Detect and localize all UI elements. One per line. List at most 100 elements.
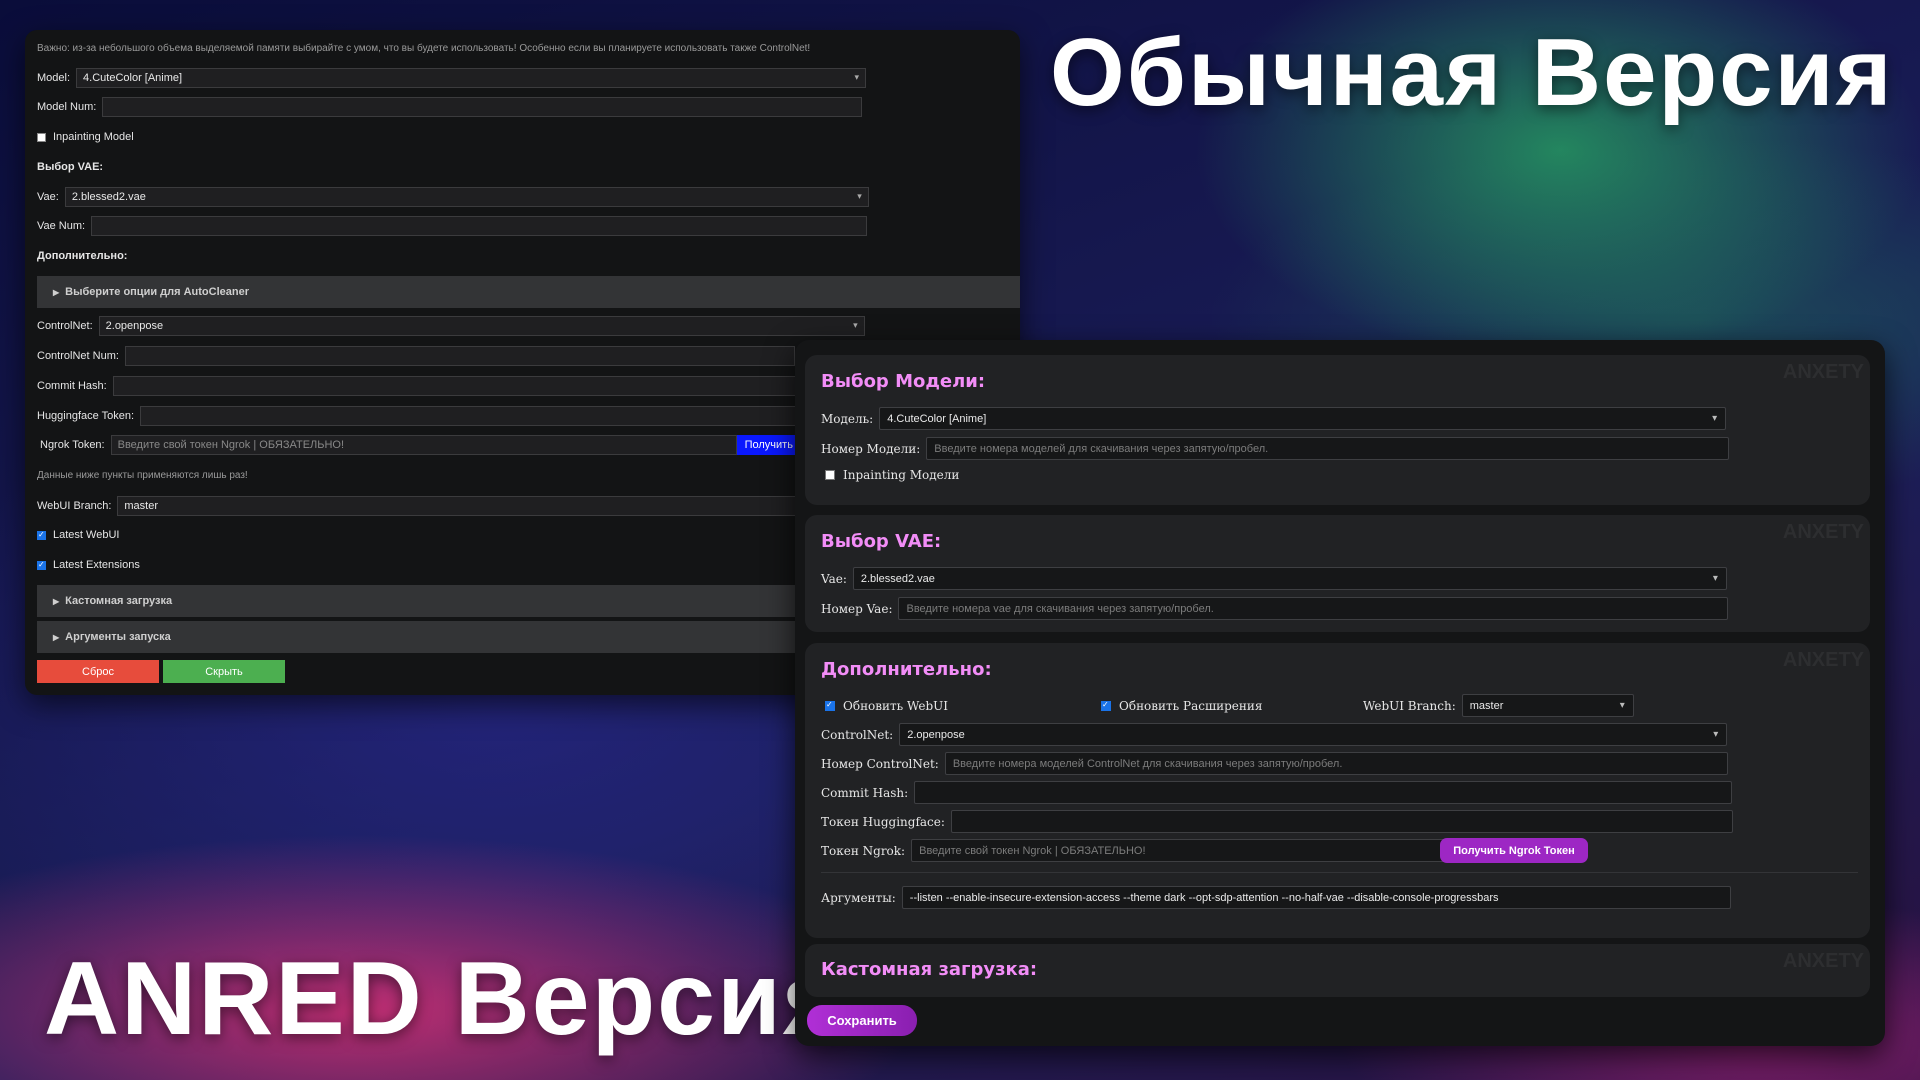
huggingface-input[interactable] (950, 810, 1733, 833)
chevron-down-icon: ▾ (854, 72, 860, 82)
custom-download-label: Кастомная загрузка (65, 595, 173, 607)
autocleaner-accordion[interactable]: ▶ Выберите опции для AutoCleaner (37, 276, 1020, 308)
extra-heading: Дополнительно: (37, 250, 128, 262)
vae-num-placeholder: Введите номера vae для скачивания через … (906, 602, 1214, 615)
chevron-down-icon: ▾ (1712, 413, 1718, 424)
inpainting-label: Inpainting Model (53, 131, 134, 143)
vae-heading: Выбор VAE: (37, 161, 104, 173)
vae-select[interactable]: 2.blessed2.vae ▾ (64, 187, 869, 207)
chevron-down-icon: ▾ (1713, 729, 1719, 740)
controlnet-select-value: 2.openpose (105, 320, 164, 332)
vae-select-value: 2.blessed2.vae (860, 572, 935, 585)
once-note: Данные ниже пункты применяются лишь раз! (37, 470, 248, 481)
controlnet-select[interactable]: 2.openpose ▾ (899, 723, 1728, 746)
controlnet-num-label: ControlNet Num: (37, 350, 119, 362)
inpainting-label: Inpainting Модели (843, 468, 960, 482)
model-label: Модель: (821, 411, 874, 426)
watermark: ANXETY (1782, 361, 1864, 383)
custom-download-card[interactable]: ANXETY Кастомная загрузка: (805, 944, 1870, 997)
latest-webui-label: Latest WebUI (53, 529, 120, 541)
get-ngrok-button[interactable]: Получить (736, 435, 801, 455)
launch-args-label: Аргументы: (821, 890, 896, 905)
branch-input[interactable]: master (117, 496, 818, 516)
title-anred-version: ANRED Версия (44, 941, 846, 1057)
ngrok-label: Токен Ngrok: (821, 843, 906, 858)
save-button[interactable]: Сохранить (807, 1005, 917, 1036)
huggingface-input[interactable] (140, 406, 801, 426)
model-num-label: Model Num: (37, 101, 97, 113)
title-standard-version: Обычная Версия (1050, 19, 1894, 126)
chevron-down-icon: ▾ (1619, 700, 1625, 711)
latest-extensions-label: Latest Extensions (53, 559, 140, 571)
latest-extensions-checkbox[interactable] (37, 560, 46, 570)
model-num-label: Номер Модели: (821, 441, 921, 456)
model-card: ANXETY Выбор Модели: Модель: 4.CuteColor… (805, 355, 1870, 505)
extra-card-title: Дополнительно: (821, 659, 992, 680)
watermark: ANXETY (1782, 521, 1864, 543)
hide-button[interactable]: Скрыть (163, 660, 285, 683)
latest-webui-checkbox[interactable] (37, 530, 46, 540)
get-ngrok-token-button[interactable]: Получить Ngrok Токен (1440, 838, 1588, 863)
commit-hash-label: Commit Hash: (821, 785, 909, 800)
vae-num-input[interactable]: Введите номера vae для скачивания через … (898, 597, 1729, 620)
model-num-input[interactable]: Введите номера моделей для скачивания че… (926, 437, 1730, 460)
ngrok-placeholder: Введите свой токен Ngrok | ОБЯЗАТЕЛЬНО! (919, 844, 1146, 857)
update-webui-checkbox[interactable] (825, 700, 835, 711)
branch-label: WebUI Branch: (1363, 698, 1456, 713)
commit-hash-input[interactable] (914, 781, 1733, 804)
huggingface-label: Токен Huggingface: (821, 814, 945, 829)
controlnet-label: ControlNet: (821, 727, 894, 742)
inpainting-checkbox[interactable] (825, 470, 835, 480)
commit-hash-input[interactable] (112, 376, 803, 396)
chevron-down-icon: ▾ (1712, 573, 1718, 584)
chevron-down-icon: ▾ (857, 191, 862, 201)
vae-num-label: Vae Num: (37, 220, 86, 232)
autocleaner-label: Выберите опции для AutoCleaner (65, 286, 249, 298)
update-extensions-checkbox[interactable] (1101, 700, 1111, 711)
model-num-placeholder: Введите номера моделей для скачивания че… (934, 442, 1269, 455)
divider (821, 872, 1858, 873)
huggingface-label: Huggingface Token: (37, 410, 135, 422)
reset-button[interactable]: Сброс (37, 660, 159, 683)
vae-num-label: Номер Vae: (821, 601, 893, 616)
watermark: ANXETY (1782, 649, 1864, 671)
branch-label: WebUI Branch: (37, 500, 112, 512)
chevron-down-icon: ▾ (853, 320, 858, 330)
launch-args-label: Аргументы запуска (65, 631, 171, 643)
branch-select[interactable]: master ▾ (1461, 694, 1634, 717)
vae-select[interactable]: 2.blessed2.vae ▾ (852, 567, 1727, 590)
extra-card: ANXETY Дополнительно: Обновить WebUI Обн… (805, 643, 1870, 938)
launch-args-value: --listen --enable-insecure-extension-acc… (909, 891, 1499, 904)
inpainting-checkbox[interactable] (37, 132, 46, 142)
anred-settings-panel: ANXETY Выбор Модели: Модель: 4.CuteColor… (795, 340, 1885, 1046)
ngrok-label: Ngrok Token: (40, 439, 105, 451)
branch-value: master (124, 500, 159, 512)
triangle-right-icon: ▶ (53, 287, 60, 297)
controlnet-num-input[interactable] (124, 346, 795, 366)
ngrok-placeholder: Введите свой токен Ngrok | ОБЯЗАТЕЛЬНО! (117, 439, 345, 451)
model-select-value: 4.CuteColor [Anime] (83, 72, 183, 84)
controlnet-num-input[interactable]: Введите номера моделей ControlNet для ск… (944, 752, 1728, 775)
controlnet-num-placeholder: Введите номера моделей ControlNet для ск… (952, 757, 1343, 770)
update-extensions-label: Обновить Расширения (1119, 699, 1263, 713)
model-select[interactable]: 4.CuteColor [Anime] ▾ (76, 68, 867, 88)
controlnet-label: ControlNet: (37, 320, 93, 332)
vae-num-input[interactable] (91, 216, 868, 236)
triangle-right-icon: ▶ (53, 632, 60, 642)
vae-label: Vae: (37, 191, 59, 203)
ngrok-input[interactable]: Введите свой токен Ngrok | ОБЯЗАТЕЛЬНО! (110, 435, 737, 455)
model-card-title: Выбор Модели: (821, 371, 986, 392)
update-webui-label: Обновить WebUI (843, 699, 949, 713)
controlnet-select[interactable]: 2.openpose ▾ (98, 316, 865, 336)
model-num-input[interactable] (102, 97, 863, 117)
model-select[interactable]: 4.CuteColor [Anime] ▾ (879, 407, 1727, 430)
commit-hash-label: Commit Hash: (37, 380, 107, 392)
memory-note: Важно: из-за небольшого объема выделяемо… (37, 43, 811, 54)
model-label: Model: (37, 72, 71, 84)
watermark: ANXETY (1782, 950, 1864, 972)
vae-card-title: Выбор VAE: (821, 531, 942, 552)
vae-select-value: 2.blessed2.vae (71, 191, 146, 203)
launch-args-input[interactable]: --listen --enable-insecure-extension-acc… (901, 886, 1731, 909)
custom-download-title: Кастомная загрузка: (821, 959, 1038, 980)
controlnet-num-label: Номер ControlNet: (821, 756, 939, 771)
